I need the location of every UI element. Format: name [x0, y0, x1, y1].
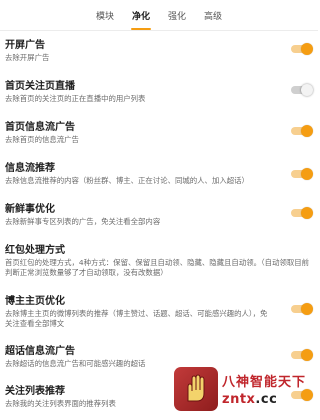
tab-divider: [0, 30, 318, 31]
setting-item-splash-ad[interactable]: 开屏广告 去除开屏广告: [0, 39, 318, 63]
toggle-thumb: [301, 168, 313, 180]
toggle-thumb: [301, 303, 313, 315]
setting-toggle[interactable]: [291, 43, 313, 55]
setting-title: 开屏广告: [5, 40, 45, 51]
setting-item-feed-recommend[interactable]: 信息流推荐 去除信息流推荐的内容（粉丝群、博主、正在讨论、同城的人、加入超话）: [0, 162, 318, 186]
watermark: 八神智能天下 zntx.cc: [174, 362, 316, 416]
setting-item-follow-live[interactable]: 首页关注页直播 去除首页的关注页的正在直播中的用户列表: [0, 80, 318, 104]
setting-toggle[interactable]: [291, 303, 313, 315]
setting-toggle[interactable]: [291, 168, 313, 180]
watermark-url-prefix: zntx: [222, 392, 256, 407]
setting-title: 超话信息流广告: [5, 346, 75, 357]
toggle-thumb: [301, 349, 313, 361]
setting-desc: 去除信息流推荐的内容（粉丝群、博主、正在讨论、同城的人、加入超话）: [5, 176, 249, 185]
setting-desc: 去除首页的关注页的正在直播中的用户列表: [5, 94, 146, 103]
setting-item-red-packet[interactable]: 红包处理方式 首页红包的处理方式，4种方式：保留、保留且自动领、隐藏、隐藏且自动…: [0, 244, 318, 278]
hand-icon: [174, 367, 218, 411]
setting-title: 博主主页优化: [5, 296, 65, 307]
setting-title: 首页关注页直播: [5, 81, 75, 92]
toggle-thumb: [301, 43, 313, 55]
tab-enhance[interactable]: 强化: [167, 9, 187, 30]
setting-item-blogger-page[interactable]: 博主主页优化 去除博主主页的微博列表的推荐（博主赞过、话题、超话、可能感兴趣的人…: [0, 295, 318, 329]
toggle-thumb: [301, 84, 313, 96]
setting-title: 新鲜事优化: [5, 204, 55, 215]
setting-item-trending[interactable]: 新鲜事优化 去除新鲜事专区列表的广告，免关注看全部内容: [0, 203, 318, 227]
setting-desc: 首页红包的处理方式，4种方式：保留、保留且自动领、隐藏、隐藏且自动领。（自动领取…: [5, 258, 310, 277]
tab-purify[interactable]: 净化: [130, 9, 152, 30]
setting-desc: 去除首页的信息流广告: [5, 135, 79, 144]
setting-title: 信息流推荐: [5, 163, 55, 174]
setting-toggle[interactable]: [291, 349, 313, 361]
tab-bar: 模块 净化 强化 高级: [0, 0, 318, 30]
watermark-text: 八神智能天下 zntx.cc: [222, 371, 306, 407]
setting-title: 首页信息流广告: [5, 122, 75, 133]
setting-title: 红包处理方式: [5, 245, 65, 256]
setting-desc: 去除开屏广告: [5, 53, 50, 62]
setting-desc: 去除博主主页的微博列表的推荐（博主赞过、话题、超话、可能感兴趣的人），免关注查看…: [5, 309, 268, 328]
toggle-thumb: [301, 207, 313, 219]
tab-modules[interactable]: 模块: [95, 9, 115, 30]
setting-toggle[interactable]: [291, 84, 313, 96]
setting-desc: 去除新鲜事专区列表的广告，免关注看全部内容: [5, 217, 161, 226]
settings-screen: 模块 净化 强化 高级 开屏广告 去除开屏广告 首页关注页直播 去除首页的关注页…: [0, 0, 318, 420]
watermark-name: 八神智能天下: [222, 375, 307, 390]
tab-advanced[interactable]: 高级: [203, 9, 223, 30]
setting-item-feed-ad[interactable]: 首页信息流广告 去除首页的信息流广告: [0, 121, 318, 145]
setting-toggle[interactable]: [291, 207, 313, 219]
watermark-url-suffix: .cc: [255, 392, 278, 407]
watermark-url: zntx.cc: [222, 392, 306, 407]
setting-toggle[interactable]: [291, 125, 313, 137]
toggle-thumb: [301, 125, 313, 137]
